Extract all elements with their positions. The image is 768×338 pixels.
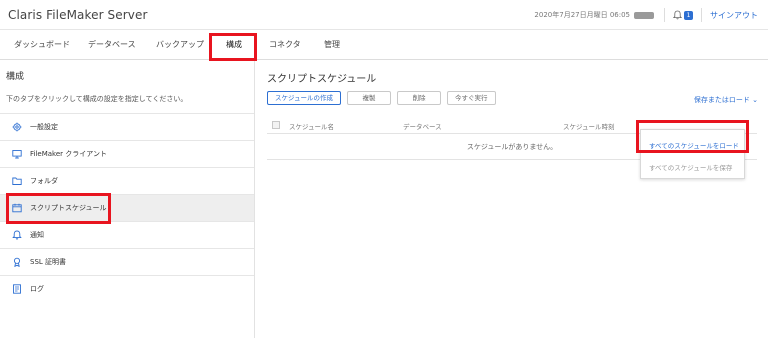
monitor-icon [12,149,22,159]
header-right: 2020年7月27日月曜日 06:05 1 サインアウト [534,8,758,22]
sidebar-item-script-schedules[interactable]: スクリプトスケジュール [0,194,254,221]
sidebar-item-label: SSL 証明書 [30,258,67,266]
load-all-schedules-item[interactable]: すべてのスケジュールをロード [649,140,739,150]
save-or-load-dropdown[interactable]: 保存またはロード ⌄ [694,95,758,105]
gear-icon [12,122,22,132]
sidebar-item-label: 通知 [30,231,44,239]
sidebar-list: 一般設定 FileMaker クライアント フォルダ スクリプトスケジュール 通… [0,113,254,302]
header-divider [701,8,702,22]
main-panel: スクリプトスケジュール スケジュールの作成 複製 削除 今すぐ実行 保存またはロ… [256,61,768,338]
log-icon [12,284,22,294]
select-all-checkbox[interactable] [272,121,280,129]
save-load-menu: すべてのスケジュールをロード すべてのスケジュールを保存 [640,129,745,179]
sidebar-item-filemaker-clients[interactable]: FileMaker クライアント [0,140,254,167]
save-all-schedules-item[interactable]: すべてのスケジュールを保存 [649,162,732,172]
sidebar-item-label: ログ [30,285,44,293]
sidebar-item-general-settings[interactable]: 一般設定 [0,113,254,140]
bell-icon[interactable] [672,10,683,20]
create-schedule-button[interactable]: スケジュールの作成 [267,91,342,105]
folder-icon [12,176,22,186]
app-title: Claris FileMaker Server [8,8,148,22]
status-pill [634,11,654,19]
sidebar-description: 下のタブをクリックして構成の設定を指定してください。 [6,95,188,103]
sidebar-item-label: FileMaker クライアント [30,150,107,158]
sidebar-item-ssl-certificates[interactable]: SSL 証明書 [0,248,254,275]
bell-icon [12,230,22,240]
datetime: 2020年7月27日月曜日 06:05 [534,11,630,19]
tab-administration[interactable]: 管理 [324,30,340,60]
header-divider [664,8,665,22]
notification-badge[interactable]: 1 [684,10,693,20]
sidebar-item-label: スクリプトスケジュール [30,204,107,212]
sidebar: 構成 下のタブをクリックして構成の設定を指定してください。 一般設定 FileM… [0,61,255,338]
run-now-button[interactable]: 今すぐ実行 [447,91,496,105]
column-header-database[interactable]: データベース [403,121,442,131]
sidebar-item-folders[interactable]: フォルダ [0,167,254,194]
sidebar-item-logs[interactable]: ログ [0,275,254,302]
duplicate-button[interactable]: 複製 [347,91,392,105]
column-header-schedule-time[interactable]: スケジュール時刻 [563,121,615,131]
tab-dashboard[interactable]: ダッシュボード [14,30,70,60]
sidebar-item-label: フォルダ [30,177,58,185]
signout-link[interactable]: サインアウト [710,10,758,21]
tab-configuration[interactable]: 構成 [224,30,244,60]
app-header: Claris FileMaker Server 2020年7月27日月曜日 06… [0,0,768,30]
page-title: スクリプトスケジュール [267,74,377,85]
certificate-icon [12,257,22,267]
delete-button[interactable]: 削除 [397,91,442,105]
calendar-icon [12,203,22,213]
main-tabs: ダッシュボード データベース バックアップ 構成 コネクタ 管理 [0,30,768,60]
tab-backup[interactable]: バックアップ [156,30,204,60]
sidebar-item-label: 一般設定 [30,123,58,131]
sidebar-title: 構成 [6,72,25,82]
column-header-schedule-name[interactable]: スケジュール名 [289,121,334,131]
toolbar: スケジュールの作成 複製 削除 今すぐ実行 [267,91,502,105]
sidebar-item-notifications[interactable]: 通知 [0,221,254,248]
tab-connectors[interactable]: コネクタ [269,30,301,60]
tab-databases[interactable]: データベース [88,30,136,60]
